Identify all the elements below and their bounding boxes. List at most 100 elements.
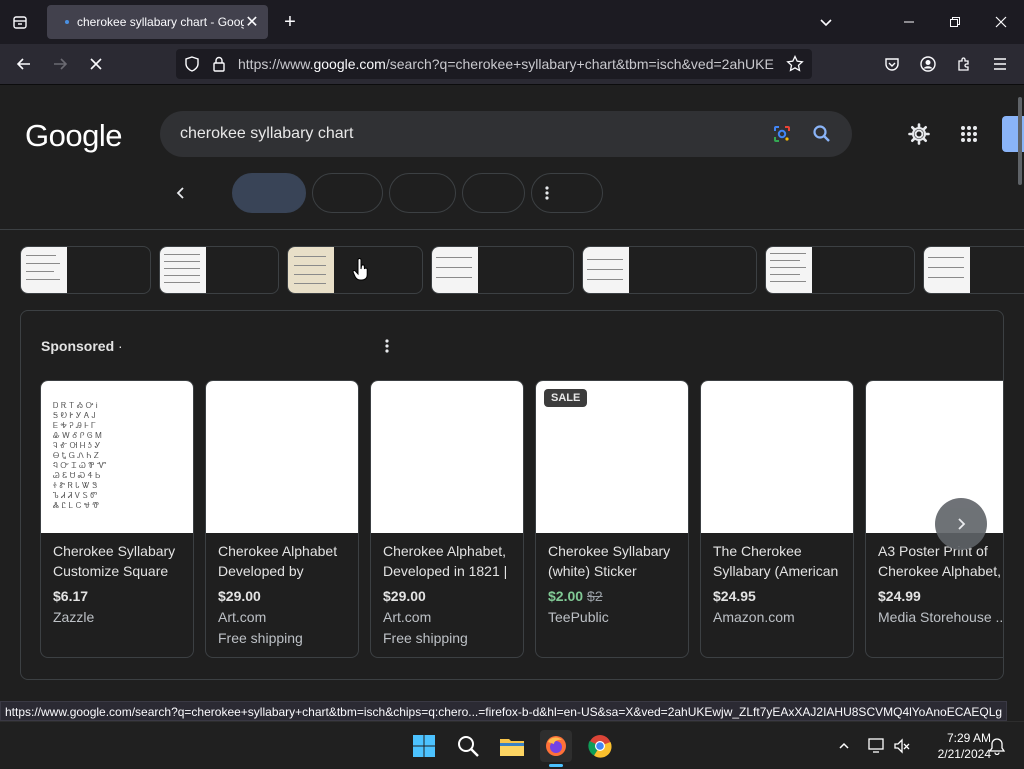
tab-strip: cherokee syllabary chart - Goog ✕ + <box>0 0 1024 44</box>
related-search-thumb[interactable] <box>20 246 151 294</box>
file-explorer-icon[interactable] <box>496 730 528 762</box>
syllabary-chart-image: Ꭰ Ꭱ Ꭲ Ꭳ Ꭴ ᎥᎦ Ꭷ Ꭸ Ꭹ Ꭺ ᎫᎬ Ꭽ Ꭾ Ꭿ Ꮀ ᎱᎲ Ꮃ Ꮄ Ꮅ… <box>53 401 107 510</box>
product-card[interactable]: Cherokee Alphabet, Developed in 1821 | $… <box>370 380 524 658</box>
firefox-taskbar-icon[interactable] <box>540 730 572 762</box>
product-shipping: Free shipping <box>218 630 303 646</box>
sponsored-label: Sponsored <box>41 338 115 354</box>
chips-scroll-left-chevron-icon[interactable] <box>172 185 188 206</box>
chip-filter-2[interactable] <box>389 173 456 213</box>
address-bar[interactable]: https://www.google.com/search?q=cherokee… <box>176 49 812 79</box>
product-title[interactable]: A3 Poster Print of Cherokee Alphabet, <box>878 541 1003 581</box>
clock-time: 7:29 AM <box>946 731 991 745</box>
chip-filter-3[interactable] <box>462 173 525 213</box>
hamburger-menu-icon[interactable] <box>984 48 1016 80</box>
header-divider <box>0 229 1024 230</box>
network-icon[interactable] <box>866 722 888 769</box>
product-shipping: Free shipping <box>383 630 468 646</box>
product-store: Media Storehouse ... <box>878 609 1004 625</box>
product-price: $24.95 <box>713 588 756 604</box>
link-status-url: https://www.google.com/search?q=cherokee… <box>0 701 1008 721</box>
product-image <box>371 381 523 533</box>
product-card[interactable]: SALE Cherokee Syllabary (white) Sticker … <box>535 380 689 658</box>
related-search-thumb[interactable] <box>159 246 279 294</box>
windows-taskbar: 7:29 AM 2/21/2024 <box>0 721 1024 768</box>
sponsored-separator: · <box>118 338 123 354</box>
close-tab-icon[interactable]: ✕ <box>244 12 260 32</box>
search-box[interactable]: cherokee syllabary chart <box>160 111 852 157</box>
show-hidden-icons-chevron-icon[interactable] <box>834 722 854 769</box>
forward-button[interactable] <box>44 48 76 80</box>
pocket-icon[interactable] <box>876 48 908 80</box>
search-input[interactable]: cherokee syllabary chart <box>180 111 353 157</box>
chip-more-tools[interactable] <box>531 173 603 213</box>
chevron-right-icon <box>958 518 966 530</box>
page-scrollbar-thumb[interactable] <box>1018 97 1022 185</box>
product-store: TeePublic <box>548 609 609 625</box>
sponsored-heading: Sponsored · <box>41 338 123 354</box>
start-windows-icon[interactable] <box>408 730 440 762</box>
list-all-tabs-chevron-icon[interactable] <box>803 0 849 44</box>
new-tab-button[interactable]: + <box>270 0 310 44</box>
extensions-puzzle-icon[interactable] <box>948 48 980 80</box>
volume-muted-icon[interactable] <box>892 722 912 769</box>
search-icon[interactable] <box>812 124 832 149</box>
close-window-button[interactable] <box>978 0 1024 44</box>
tab-title: cherokee syllabary chart - Goog <box>77 15 244 29</box>
product-price: $6.17 <box>53 588 89 604</box>
product-price: $29.00 <box>218 588 261 604</box>
lock-icon[interactable] <box>212 56 226 77</box>
settings-gear-icon[interactable] <box>908 123 930 150</box>
google-lens-icon[interactable] <box>772 124 792 149</box>
chrome-taskbar-icon[interactable] <box>584 730 616 762</box>
product-sale-price: $2.00 <box>548 588 584 604</box>
tab-list-icon[interactable] <box>0 0 40 44</box>
url-text[interactable]: https://www.google.com/search?q=cherokee… <box>238 49 776 79</box>
related-search-thumb[interactable] <box>765 246 915 294</box>
product-store: Art.com <box>218 609 267 625</box>
clock-date: 2/21/2024 <box>937 747 991 761</box>
more-vert-icon <box>544 185 550 206</box>
google-images-page: Google cherokee syllabary chart Sponsore… <box>0 85 1024 699</box>
chip-filter-1[interactable] <box>312 173 383 213</box>
minimize-window-button[interactable] <box>886 0 932 44</box>
notification-bell-icon[interactable] <box>986 722 1008 769</box>
stop-loading-button[interactable] <box>80 48 112 80</box>
product-store: Amazon.com <box>713 609 795 625</box>
product-title[interactable]: Cherokee Syllabary (white) Sticker <box>548 541 680 581</box>
hand-cursor-icon <box>352 258 370 287</box>
restore-window-button[interactable] <box>932 0 978 44</box>
product-price: $29.00 <box>383 588 426 604</box>
related-search-thumb[interactable] <box>923 246 1024 294</box>
taskbar-search-icon[interactable] <box>452 730 484 762</box>
product-original-price: $2 <box>587 588 603 604</box>
account-icon[interactable] <box>912 48 944 80</box>
product-card[interactable]: The Cherokee Syllabary (American $24.95 … <box>700 380 854 658</box>
bookmark-star-icon[interactable] <box>786 54 804 78</box>
browser-tab-active[interactable]: cherokee syllabary chart - Goog ✕ <box>47 5 268 39</box>
product-title[interactable]: The Cherokee Syllabary (American <box>713 541 845 581</box>
loading-dot-icon <box>65 20 69 24</box>
carousel-next-button[interactable] <box>935 498 987 550</box>
google-apps-grid-icon[interactable] <box>960 125 978 148</box>
google-logo[interactable]: Google <box>25 118 122 154</box>
tracking-protection-shield-icon[interactable] <box>184 56 200 77</box>
sale-badge: SALE <box>544 389 588 407</box>
product-image <box>701 381 853 533</box>
product-card[interactable]: Cherokee Alphabet Developed by $29.00 Ar… <box>205 380 359 658</box>
chip-selected[interactable] <box>232 173 306 213</box>
related-search-thumb[interactable] <box>431 246 574 294</box>
taskbar-clock[interactable]: 7:29 AM 2/21/2024 <box>915 730 991 762</box>
sponsored-products-panel: Sponsored · Ꭰ Ꭱ Ꭲ Ꭳ Ꭴ ᎥᎦ Ꭷ Ꭸ Ꭹ Ꭺ ᎫᎬ Ꭽ Ꭾ … <box>20 310 1004 680</box>
back-button[interactable] <box>8 48 40 80</box>
product-price-group: $2.00 $2 <box>548 588 603 604</box>
sponsored-more-options-icon[interactable] <box>384 338 390 359</box>
product-image: Ꭰ Ꭱ Ꭲ Ꭳ Ꭴ ᎥᎦ Ꭷ Ꭸ Ꭹ Ꭺ ᎫᎬ Ꭽ Ꭾ Ꭿ Ꮀ ᎱᎲ Ꮃ Ꮄ Ꮅ… <box>41 381 193 533</box>
product-title[interactable]: Cherokee Alphabet Developed by <box>218 541 350 581</box>
related-search-thumb[interactable] <box>582 246 757 294</box>
navigation-toolbar: https://www.google.com/search?q=cherokee… <box>0 44 1024 85</box>
product-store: Art.com <box>383 609 432 625</box>
product-title[interactable]: Cherokee Syllabary Customize Square <box>53 541 185 581</box>
product-title[interactable]: Cherokee Alphabet, Developed in 1821 | <box>383 541 515 581</box>
product-image <box>206 381 358 533</box>
product-card[interactable]: Ꭰ Ꭱ Ꭲ Ꭳ Ꭴ ᎥᎦ Ꭷ Ꭸ Ꭹ Ꭺ ᎫᎬ Ꭽ Ꭾ Ꭿ Ꮀ ᎱᎲ Ꮃ Ꮄ Ꮅ… <box>40 380 194 658</box>
